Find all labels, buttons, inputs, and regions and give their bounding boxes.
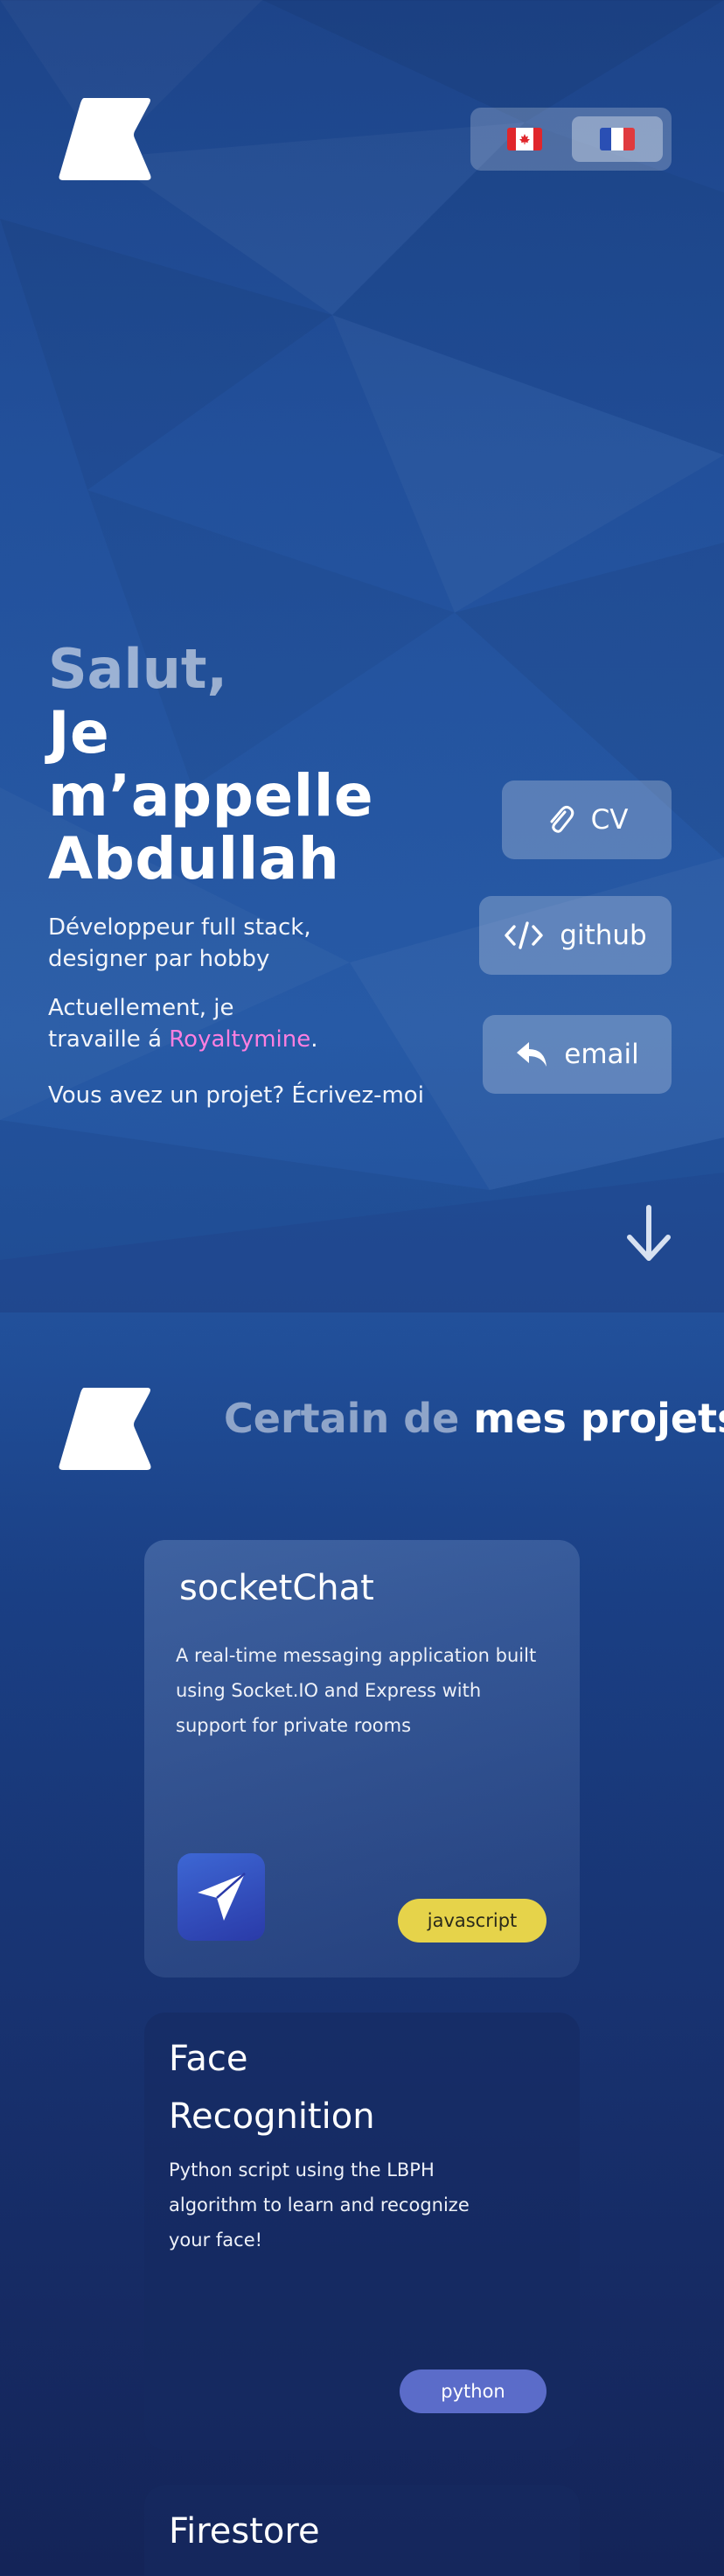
github-button[interactable]: github xyxy=(479,896,672,975)
work-prefix: travaille á xyxy=(48,1026,170,1053)
project-title-line: Recognition xyxy=(169,2096,375,2137)
description-line: your face! xyxy=(169,2230,263,2250)
project-card[interactable]: socketChat A real-time messaging applica… xyxy=(144,1540,580,1978)
name-heading-line1: Je m’appelle xyxy=(48,699,374,830)
project-description: Python script using the LBPH algorithm t… xyxy=(169,2152,553,2258)
work-line1: Actuellement, je xyxy=(48,995,234,1021)
language-tag: javascript xyxy=(398,1899,546,1942)
description-line: Python script using the LBPH xyxy=(169,2160,435,2180)
language-switcher xyxy=(470,108,672,171)
hero-intro: Salut, Je m’appelle Abdullah Développeur… xyxy=(48,637,450,1111)
contact-prompt: Vous avez un projet? Écrivez-moi xyxy=(48,1082,424,1109)
role-line1: Développeur full stack, xyxy=(48,914,311,941)
description-line: algorithm to learn and recognize xyxy=(169,2194,470,2216)
cv-button[interactable]: CV xyxy=(502,780,672,859)
language-tag: python xyxy=(400,2370,546,2413)
logo-icon-secondary xyxy=(59,1388,151,1470)
project-title: Firestore xyxy=(169,2511,320,2552)
paperclip-icon xyxy=(550,805,574,833)
description-line: A real-time messaging application built xyxy=(176,1645,537,1666)
projects-heading-muted: Certain de xyxy=(224,1395,460,1442)
france-flag-icon xyxy=(600,128,635,150)
greeting: Salut, xyxy=(48,637,228,701)
france-flag-button[interactable] xyxy=(572,116,663,162)
projects-heading-strong: mes projets xyxy=(473,1395,724,1442)
github-label: github xyxy=(560,920,647,951)
project-description: A real-time messaging application built … xyxy=(176,1638,560,1743)
project-title: socketChat xyxy=(179,1568,374,1608)
work-suffix: . xyxy=(310,1026,318,1053)
code-icon xyxy=(505,921,543,949)
email-button[interactable]: email xyxy=(483,1015,672,1094)
description-line: using Socket.IO and Express with xyxy=(176,1680,482,1701)
projects-heading: Certain de mes projets xyxy=(224,1395,724,1442)
role-line2: designer par hobby xyxy=(48,946,270,972)
reply-icon xyxy=(517,1042,547,1067)
project-title: Face Recognition xyxy=(169,2030,375,2146)
paper-plane-icon xyxy=(178,1853,265,1941)
name-heading-line2: Abdullah xyxy=(48,825,340,892)
project-title-line: Face xyxy=(169,2039,248,2079)
canada-flag-button[interactable] xyxy=(479,116,570,162)
company-link[interactable]: Royaltymine xyxy=(169,1026,310,1053)
arrow-down-icon[interactable] xyxy=(623,1204,675,1265)
project-card[interactable]: Firestore xyxy=(144,2485,580,2576)
canada-flag-icon xyxy=(507,128,542,150)
email-label: email xyxy=(564,1039,639,1070)
description-line: support for private rooms xyxy=(176,1715,412,1736)
project-card[interactable]: Face Recognition Python script using the… xyxy=(144,2012,580,2450)
work-line2: travaille á Royaltymine. xyxy=(48,1024,450,1055)
cv-label: CV xyxy=(590,804,629,836)
logo-icon[interactable] xyxy=(56,94,152,182)
